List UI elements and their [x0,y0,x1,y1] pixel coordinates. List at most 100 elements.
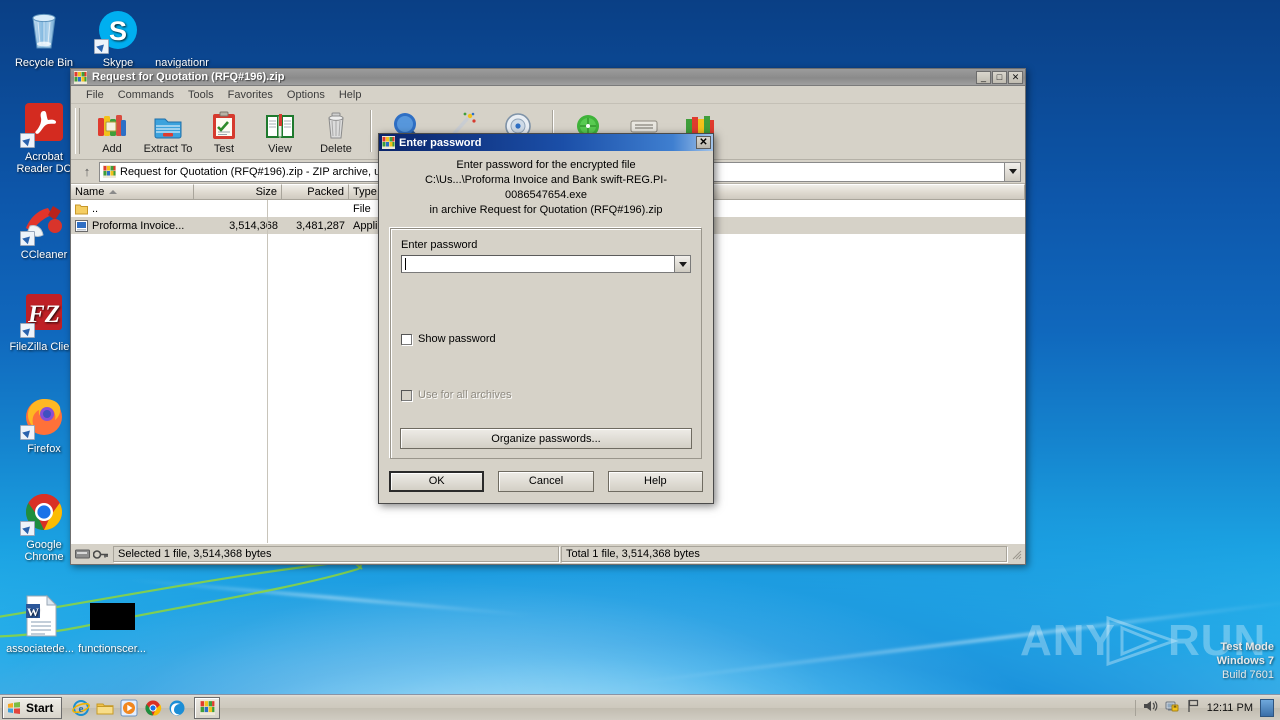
quick-launch-bar[interactable]: e [72,699,186,717]
help-button[interactable]: Help [607,470,703,492]
show-password-checkbox-row[interactable]: Show password [401,333,691,345]
column-header-size[interactable]: Size [194,184,282,199]
toolbar-separator [370,110,372,152]
ok-button[interactable]: OK [389,470,485,492]
chevron-down-icon [678,261,687,267]
menu-item-favorites[interactable]: Favorites [221,88,280,102]
volume-icon[interactable] [1143,699,1158,716]
sort-ascending-icon [109,190,118,194]
organize-passwords-button[interactable]: Organize passwords... [400,428,692,449]
shortcut-overlay-icon [20,323,35,338]
internet-explorer-icon[interactable]: e [72,699,91,717]
desktop-icon-associatede[interactable]: W associatede... [4,592,76,655]
delete-icon [320,110,352,142]
menu-item-help[interactable]: Help [332,88,369,102]
password-input[interactable] [401,255,674,273]
message-line-3: in archive Request for Quotation (RFQ#19… [429,204,663,216]
dialog-titlebar[interactable]: Enter password ✕ [379,134,713,151]
action-center-icon[interactable] [1187,699,1200,716]
shortcut-overlay-icon [20,521,35,536]
firefox-icon [20,392,68,440]
start-button[interactable]: Start [2,696,63,719]
enter-password-dialog[interactable]: Enter password ✕ Enter password for the … [378,133,714,504]
toolbar-label: Add [102,143,122,155]
resize-grip[interactable] [1009,547,1023,561]
chrome-icon[interactable] [144,699,162,717]
taskbar-task-list[interactable] [194,696,221,719]
folder-up-icon [75,204,88,214]
password-field-label: Enter password [401,239,478,251]
status-selected-text: Selected 1 file, 3,514,368 bytes [113,546,559,562]
toolbar-button-delete[interactable]: Delete [308,108,364,155]
show-desktop-button[interactable] [1260,698,1274,717]
password-dropdown-button[interactable] [674,255,691,273]
test-icon [208,110,240,142]
archive-path-dropdown-button[interactable] [1004,161,1021,182]
toolbar-button-add[interactable]: Add [84,108,140,155]
use-for-all-archives-checkbox-row: Use for all archives [401,389,691,401]
cell-name: .. [71,203,194,215]
password-combobox[interactable] [401,255,691,273]
column-label: Type [353,186,377,198]
media-player-icon[interactable] [120,699,138,717]
desktop-icon-skype[interactable]: S Skype [82,6,154,69]
winrar-window-title: Request for Quotation (RFQ#196).zip [92,71,285,83]
view-icon [264,110,296,142]
archive-icon [103,165,116,178]
show-password-checkbox[interactable] [401,333,412,345]
menu-item-file[interactable]: File [79,88,111,102]
edge-icon[interactable] [168,699,186,717]
file-name-text: Proforma Invoice... [92,219,185,232]
toolbar-button-extract-to[interactable]: Extract To [140,108,196,155]
desktop-icon-navigationr[interactable]: navigationr [146,6,218,69]
key-icon [93,549,108,559]
cell-name: Proforma Invoice... [71,219,194,232]
status-total-text: Total 1 file, 3,514,368 bytes [561,546,1007,562]
desktop-icon-label: associatede... [6,643,74,655]
minimize-button[interactable]: _ [976,70,991,84]
recycle-bin-icon [20,6,68,54]
toolbar-label: Extract To [143,143,193,155]
system-tray[interactable]: 12:11 PM [1134,697,1280,719]
cancel-button[interactable]: Cancel [498,470,594,492]
up-one-level-button[interactable]: ↑ [75,162,99,182]
tray-separator [1134,699,1136,716]
filezilla-icon: FZ [20,290,68,338]
winrar-menubar[interactable]: File Commands Tools Favorites Options He… [71,86,1025,104]
status-icons [73,549,113,560]
close-button[interactable]: ✕ [1008,70,1023,84]
cell-packed: 3,481,287 [296,219,345,232]
toolbar-button-view[interactable]: View [252,108,308,155]
toolbar-label: View [268,143,292,155]
menu-item-commands[interactable]: Commands [111,88,181,102]
taskbar[interactable]: Start e 12:11 PM [0,694,1280,720]
windows-logo-icon [8,701,20,714]
taskbar-item-winrar[interactable] [194,696,221,719]
skype-icon: S [94,6,142,54]
desktop-icon-functionscer[interactable]: functionscer... [76,592,148,655]
chevron-down-icon [1008,169,1017,174]
column-header-name[interactable]: Name [71,184,194,199]
menu-item-options[interactable]: Options [280,88,332,102]
chrome-icon [20,488,68,536]
winrar-titlebar[interactable]: Request for Quotation (RFQ#196).zip _ □ … [71,69,1025,86]
clock-label[interactable]: 12:11 PM [1207,702,1253,714]
test-mode-overlay: Test Mode Windows 7 Build 7601 [1034,640,1274,682]
desktop-icon-recycle-bin[interactable]: Recycle Bin [8,6,80,69]
menu-item-tools[interactable]: Tools [181,88,221,102]
winrar-statusbar: Selected 1 file, 3,514,368 bytes Total 1… [71,543,1025,564]
dialog-close-button[interactable]: ✕ [696,136,711,149]
network-icon[interactable] [1165,699,1180,716]
use-for-all-archives-checkbox [401,389,412,401]
toolbar-button-test[interactable]: Test [196,108,252,155]
toolbar-grip[interactable] [75,108,80,154]
dialog-button-row: OK Cancel Help [379,459,713,503]
file-name-text: .. [92,202,99,215]
windows-explorer-icon[interactable] [96,699,114,717]
start-label: Start [26,700,54,715]
test-mode-label: Test Mode [1220,641,1274,653]
maximize-button[interactable]: □ [992,70,1007,84]
password-group-box: Enter password Show password Use for all… [390,228,702,459]
column-header-packed[interactable]: Packed [282,184,349,199]
add-icon [96,110,128,142]
